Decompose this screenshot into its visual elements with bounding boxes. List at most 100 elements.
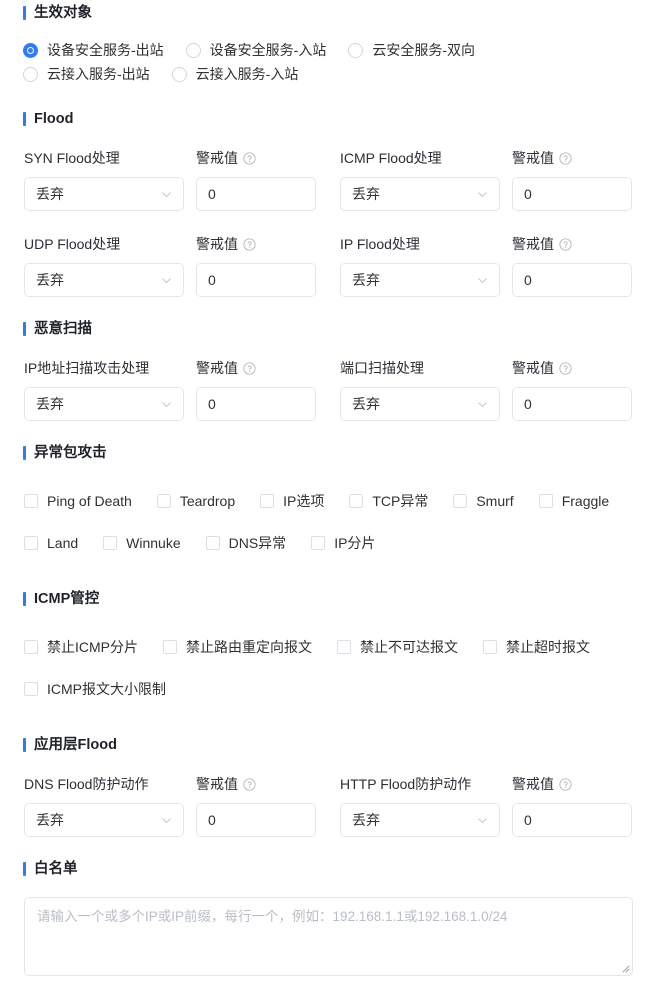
checkbox-forbid-timeout[interactable]: 禁止超时报文 — [483, 640, 590, 654]
chevron-down-icon — [161, 399, 172, 410]
checkbox-icmp-packet-size-limit[interactable]: ICMP报文大小限制 — [24, 682, 166, 696]
checkbox-mark-icon — [311, 536, 326, 550]
help-icon[interactable] — [243, 151, 256, 165]
udp-flood-threshold-input[interactable]: 0 — [196, 263, 316, 297]
resize-grip-icon[interactable] — [620, 963, 630, 973]
field-icmp-flood-threshold: 警戒值 0 — [512, 150, 632, 211]
field-ip-flood-threshold: 警戒值 0 — [512, 236, 632, 297]
radio-cloud-access-outbound[interactable]: 云接入服务-出站 — [23, 67, 150, 82]
checkbox-smurf[interactable]: Smurf — [453, 494, 514, 508]
field-icmp-flood-action: ICMP Flood处理 丢弃 — [340, 150, 500, 211]
icmp-flood-threshold-input[interactable]: 0 — [512, 177, 632, 211]
field-label: ICMP Flood处理 — [340, 150, 442, 166]
chevron-down-icon — [477, 275, 488, 286]
checkbox-ip-option[interactable]: IP选项 — [260, 494, 324, 508]
chevron-down-icon — [477, 189, 488, 200]
section-header-icmp-control: ICMP管控 — [23, 592, 99, 607]
radio-cloud-access-inbound[interactable]: 云接入服务-入站 — [171, 67, 298, 82]
abnormal-packet-checkbox-row-2: Land Winnuke DNS异常 IP分片 — [24, 536, 636, 550]
checkbox-tcp-anomaly[interactable]: TCP异常 — [349, 494, 428, 508]
port-scan-action-select[interactable]: 丢弃 — [340, 387, 500, 421]
chevron-down-icon — [161, 275, 172, 286]
field-dns-flood-threshold: 警戒值 0 — [196, 776, 316, 837]
checkbox-land[interactable]: Land — [24, 536, 78, 550]
icmp-control-checkbox-row-2: ICMP报文大小限制 — [24, 682, 636, 696]
checkbox-forbid-unreachable[interactable]: 禁止不可达报文 — [337, 640, 458, 654]
help-icon[interactable] — [559, 151, 572, 165]
field-label: 警戒值 — [196, 236, 316, 252]
http-flood-action-select[interactable]: 丢弃 — [340, 803, 500, 837]
flood-row-1: SYN Flood处理 丢弃 警戒值 0 ICMP Flood处理 丢弃 警戒值… — [24, 150, 632, 211]
radio-mark-icon — [171, 67, 187, 82]
abnormal-packet-checkbox-row-1: Ping of Death Teardrop IP选项 TCP异常 Smurf … — [24, 494, 636, 508]
help-icon[interactable] — [243, 237, 256, 251]
field-label: 警戒值 — [196, 360, 316, 376]
field-label: 警戒值 — [512, 360, 632, 376]
radio-cloud-security-bidirectional[interactable]: 云安全服务-双向 — [348, 43, 475, 58]
section-flood: Flood — [23, 112, 73, 127]
dns-flood-action-select[interactable]: 丢弃 — [24, 803, 184, 837]
field-label: 警戒值 — [512, 776, 632, 792]
checkbox-mark-icon — [24, 536, 38, 550]
icmp-flood-action-select[interactable]: 丢弃 — [340, 177, 500, 211]
section-header-whitelist: 白名单 — [23, 862, 78, 877]
field-ip-flood-action: IP Flood处理 丢弃 — [340, 236, 500, 297]
ddos-protection-settings-panel: 生效对象 设备安全服务-出站 设备安全服务-入站 云安全服务-双向 云接入服务-… — [0, 0, 655, 984]
checkbox-mark-icon — [538, 494, 553, 508]
http-flood-threshold-input[interactable]: 0 — [512, 803, 632, 837]
section-header-app-flood: 应用层Flood — [23, 738, 117, 753]
ip-scan-action-select[interactable]: 丢弃 — [24, 387, 184, 421]
udp-flood-action-select[interactable]: 丢弃 — [24, 263, 184, 297]
section-accent-bar — [23, 322, 26, 337]
dns-flood-threshold-input[interactable]: 0 — [196, 803, 316, 837]
field-label: 警戒值 — [196, 150, 316, 166]
radio-mark-icon — [23, 43, 38, 58]
checkbox-forbid-icmp-fragment[interactable]: 禁止ICMP分片 — [24, 640, 138, 654]
radio-device-security-inbound[interactable]: 设备安全服务-入站 — [185, 43, 326, 58]
section-header-target: 生效对象 — [23, 6, 92, 21]
port-scan-threshold-input[interactable]: 0 — [512, 387, 632, 421]
checkbox-mark-icon — [337, 640, 351, 654]
field-http-flood-threshold: 警戒值 0 — [512, 776, 632, 837]
checkbox-teardrop[interactable]: Teardrop — [156, 494, 235, 508]
help-icon[interactable] — [243, 777, 256, 791]
section-whitelist: 白名单 — [23, 862, 78, 877]
whitelist-textarea[interactable]: 请输入一个或多个IP或IP前缀，每行一个，例如：192.168.1.1或192.… — [24, 897, 633, 976]
help-icon[interactable] — [559, 237, 572, 251]
checkbox-ip-fragment[interactable]: IP分片 — [311, 536, 375, 550]
ip-flood-action-select[interactable]: 丢弃 — [340, 263, 500, 297]
section-title: 生效对象 — [34, 5, 92, 21]
checkbox-forbid-route-redirect[interactable]: 禁止路由重定向报文 — [163, 640, 312, 654]
radio-device-security-outbound[interactable]: 设备安全服务-出站 — [23, 43, 164, 58]
field-label: DNS Flood防护动作 — [24, 776, 149, 792]
syn-flood-action-select[interactable]: 丢弃 — [24, 177, 184, 211]
section-title: ICMP管控 — [34, 591, 100, 607]
section-header-abnormal-packet: 异常包攻击 — [23, 446, 107, 461]
ip-flood-threshold-input[interactable]: 0 — [512, 263, 632, 297]
section-icmp-control: ICMP管控 — [23, 592, 99, 607]
section-accent-bar — [23, 738, 26, 753]
checkbox-ping-of-death[interactable]: Ping of Death — [24, 494, 132, 508]
help-icon[interactable] — [559, 777, 572, 791]
section-header-malicious-scan: 恶意扫描 — [23, 322, 92, 337]
section-accent-bar — [23, 6, 26, 21]
checkbox-dns-anomaly[interactable]: DNS异常 — [205, 536, 286, 550]
chevron-down-icon — [477, 399, 488, 410]
checkbox-mark-icon — [156, 494, 171, 508]
section-title: 应用层Flood — [34, 737, 117, 753]
checkbox-fraggle[interactable]: Fraggle — [538, 494, 609, 508]
whitelist-placeholder: 请输入一个或多个IP或IP前缀，每行一个，例如：192.168.1.1或192.… — [37, 909, 508, 924]
field-label: IP地址扫描攻击处理 — [24, 360, 150, 376]
app-flood-row-1: DNS Flood防护动作 丢弃 警戒值 0 HTTP Flood防护动作 丢弃… — [24, 776, 632, 837]
help-icon[interactable] — [559, 361, 572, 375]
help-icon[interactable] — [243, 361, 256, 375]
field-label: SYN Flood处理 — [24, 150, 120, 166]
checkbox-mark-icon — [24, 494, 38, 508]
target-radio-group[interactable]: 设备安全服务-出站 设备安全服务-入站 云安全服务-双向 云接入服务-出站 云接… — [23, 43, 635, 82]
field-label: 警戒值 — [512, 150, 632, 166]
ip-scan-threshold-input[interactable]: 0 — [196, 387, 316, 421]
radio-mark-icon — [23, 67, 38, 82]
checkbox-winnuke[interactable]: Winnuke — [103, 536, 181, 550]
syn-flood-threshold-input[interactable]: 0 — [196, 177, 316, 211]
checkbox-mark-icon — [453, 494, 468, 508]
